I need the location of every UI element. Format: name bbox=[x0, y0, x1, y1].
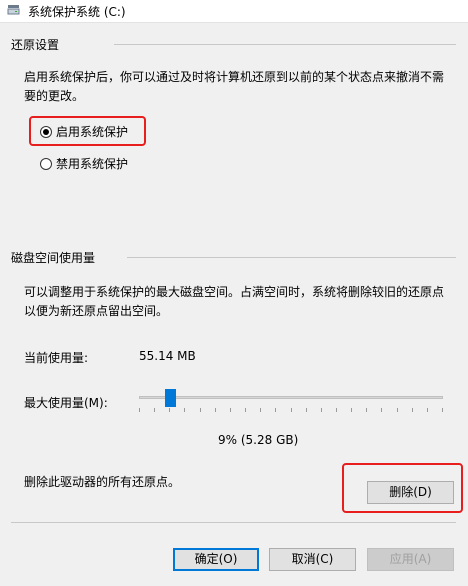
apply-button[interactable]: 应用(A) bbox=[367, 548, 454, 571]
enable-protection-option[interactable]: 启用系统保护 bbox=[40, 123, 128, 140]
slider-tick bbox=[184, 408, 185, 412]
slider-tick bbox=[442, 408, 443, 412]
max-usage-slider[interactable] bbox=[139, 389, 443, 415]
ok-button[interactable]: 确定(O) bbox=[173, 548, 259, 571]
slider-tick bbox=[291, 408, 292, 412]
slider-tick bbox=[351, 408, 352, 412]
slider-tick bbox=[381, 408, 382, 412]
disable-protection-label: 禁用系统保护 bbox=[56, 157, 129, 171]
slider-tick bbox=[275, 408, 276, 412]
disk-usage-label: 磁盘空间使用量 bbox=[11, 251, 96, 265]
disk-usage-divider bbox=[127, 257, 456, 258]
footer-divider bbox=[11, 522, 456, 523]
slider-tick bbox=[139, 408, 140, 412]
slider-tick bbox=[215, 408, 216, 412]
restore-settings-description: 启用系统保护后，你可以通过及时将计算机还原到以前的某个状态点来撤消不需要的更改。 bbox=[24, 70, 445, 103]
current-usage-value: 55.14 MB bbox=[139, 349, 196, 363]
slider-tick bbox=[245, 408, 246, 412]
slider-tick bbox=[336, 408, 337, 412]
enable-protection-radio[interactable] bbox=[40, 125, 52, 138]
slider-tick bbox=[412, 408, 413, 412]
delete-button[interactable]: 删除(D) bbox=[367, 481, 454, 504]
window-title: 系统保护系统 (C:) bbox=[28, 5, 126, 19]
slider-tick bbox=[427, 408, 428, 412]
cancel-button[interactable]: 取消(C) bbox=[269, 548, 356, 571]
slider-tick bbox=[169, 408, 170, 412]
slider-tick bbox=[230, 408, 231, 412]
slider-tick bbox=[260, 408, 261, 412]
slider-tick bbox=[366, 408, 367, 412]
restore-settings-divider bbox=[114, 44, 456, 45]
slider-track bbox=[139, 396, 443, 399]
slider-tick bbox=[200, 408, 201, 412]
disable-protection-option[interactable]: 禁用系统保护 bbox=[40, 155, 128, 172]
current-usage-label: 当前使用量: bbox=[24, 351, 89, 365]
slider-tick bbox=[397, 408, 398, 412]
disable-protection-radio[interactable] bbox=[40, 157, 52, 170]
enable-protection-label: 启用系统保护 bbox=[56, 125, 129, 139]
title-divider bbox=[0, 22, 468, 23]
slider-tick bbox=[154, 408, 155, 412]
slider-tick bbox=[321, 408, 322, 412]
slider-tick bbox=[306, 408, 307, 412]
max-usage-value: 9% (5.28 GB) bbox=[218, 433, 299, 447]
disk-usage-description: 可以调整用于系统保护的最大磁盘空间。占满空间时，系统将删除较旧的还原点以便为新还… bbox=[24, 285, 445, 318]
delete-description: 删除此驱动器的所有还原点。 bbox=[24, 475, 181, 489]
slider-thumb[interactable] bbox=[165, 389, 176, 407]
max-usage-label: 最大使用量(M): bbox=[24, 396, 108, 410]
drive-icon bbox=[7, 4, 21, 16]
restore-settings-label: 还原设置 bbox=[11, 38, 60, 52]
